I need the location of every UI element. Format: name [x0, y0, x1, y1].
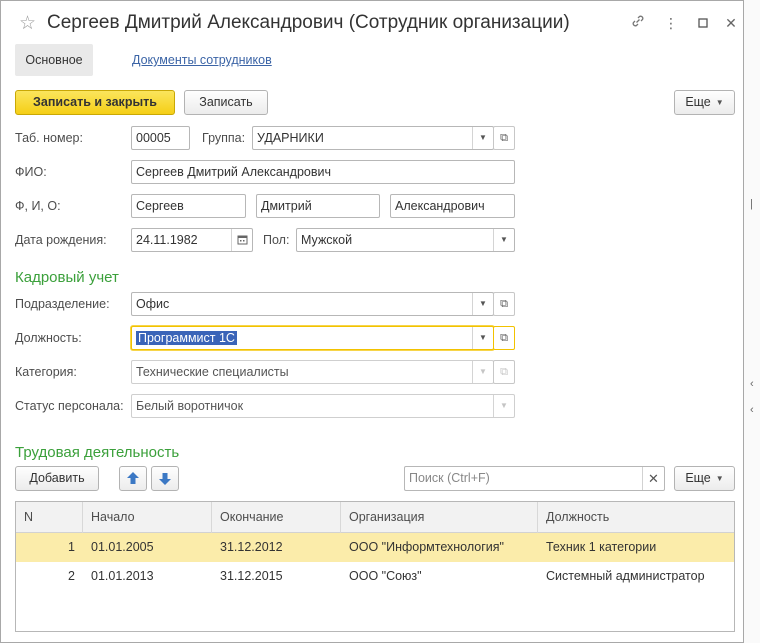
open-form-icon[interactable]: ⧉	[493, 292, 515, 316]
move-down-button[interactable]	[151, 466, 179, 491]
arrow-down-icon	[159, 473, 171, 485]
department-value: Офис	[136, 297, 170, 311]
tab-employee-documents[interactable]: Документы сотрудников	[132, 53, 272, 67]
arrow-up-icon	[127, 472, 139, 484]
chevron-down-icon[interactable]: ▼	[472, 293, 493, 315]
position-label: Должность:	[15, 331, 82, 345]
fio-label: ФИО:	[15, 165, 47, 179]
first-name-field[interactable]: Дмитрий	[256, 194, 380, 218]
maximize-icon[interactable]	[693, 13, 713, 33]
department-label: Подразделение:	[15, 297, 110, 311]
fio-field[interactable]: Сергеев Дмитрий Александрович	[131, 160, 515, 184]
birth-date-field[interactable]: 24.11.1982	[131, 228, 253, 252]
last-name-field[interactable]: Сергеев	[131, 194, 246, 218]
background-mark: |	[750, 198, 753, 210]
cell-n: 2	[68, 569, 75, 583]
cell-end: 31.12.2012	[220, 540, 283, 554]
more-dots-icon[interactable]: ⋮	[661, 13, 681, 33]
position-value: Программист 1С	[136, 331, 237, 345]
gender-label: Пол:	[263, 233, 290, 247]
category-field[interactable]: Технические специалисты ▼	[131, 360, 494, 384]
position-field[interactable]: Программист 1С ▼	[131, 326, 494, 350]
cell-end: 31.12.2015	[220, 569, 283, 583]
column-header-position[interactable]: Должность	[538, 502, 734, 533]
gender-value: Мужской	[301, 233, 353, 247]
birth-date-value: 24.11.1982	[136, 233, 198, 247]
birth-date-label: Дата рождения:	[15, 233, 107, 247]
gender-field[interactable]: Мужской ▼	[296, 228, 515, 252]
employment-table: N Начало Окончание Организация Должность…	[15, 501, 735, 632]
tab-number-label: Таб. номер:	[15, 131, 83, 145]
background-window-strip	[744, 0, 760, 643]
chevron-down-icon: ▼	[493, 395, 514, 417]
column-header-organization[interactable]: Организация	[341, 502, 538, 533]
column-header-n[interactable]: N	[16, 502, 83, 533]
cell-start: 01.01.2013	[91, 569, 154, 583]
category-label: Категория:	[15, 365, 77, 379]
fio-parts-label: Ф, И, О:	[15, 199, 61, 213]
hr-section-title: Кадровый учет	[15, 269, 119, 286]
middle-name-field[interactable]: Александрович	[390, 194, 515, 218]
background-mark: ‹	[750, 404, 754, 416]
cell-start: 01.01.2005	[91, 540, 154, 554]
more-button-label: Еще	[685, 95, 711, 109]
table-header: N Начало Окончание Организация Должность	[16, 502, 734, 533]
tab-number-field[interactable]: 00005	[131, 126, 190, 150]
table-more-label: Еще	[685, 471, 711, 485]
move-up-button[interactable]	[119, 466, 147, 491]
search-input[interactable]: Поиск (Ctrl+F) ✕	[404, 466, 665, 491]
star-icon[interactable]: ☆	[19, 12, 36, 35]
link-icon[interactable]	[628, 13, 648, 33]
staff-status-value: Белый воротничок	[136, 399, 244, 413]
employee-form-window: ☆ Сергеев Дмитрий Александрович (Сотрудн…	[0, 0, 744, 643]
save-button[interactable]: Записать	[184, 90, 268, 115]
save-and-close-button[interactable]: Записать и закрыть	[15, 90, 175, 115]
employment-section-title: Трудовая деятельность	[15, 444, 180, 461]
open-form-icon[interactable]: ⧉	[493, 326, 515, 350]
close-icon[interactable]: ✕	[721, 13, 741, 33]
group-value: УДАРНИКИ	[257, 131, 324, 145]
group-field[interactable]: УДАРНИКИ ▼	[252, 126, 494, 150]
title-bar: ☆ Сергеев Дмитрий Александрович (Сотрудн…	[1, 1, 743, 45]
search-placeholder: Поиск (Ctrl+F)	[409, 471, 490, 485]
background-mark: ‹	[750, 378, 754, 390]
cell-organization: ООО "Информтехнология"	[349, 540, 504, 554]
add-row-button[interactable]: Добавить	[15, 466, 99, 491]
staff-status-label: Статус персонала:	[15, 399, 124, 413]
chevron-down-icon: ▼	[715, 98, 724, 108]
chevron-down-icon[interactable]: ▼	[472, 327, 493, 349]
chevron-down-icon[interactable]: ▼	[472, 127, 493, 149]
calendar-icon[interactable]	[231, 229, 252, 251]
clear-search-icon[interactable]: ✕	[642, 467, 664, 490]
cell-organization: ООО "Союз"	[349, 569, 422, 583]
column-header-end[interactable]: Окончание	[212, 502, 341, 533]
table-row[interactable]: 2 01.01.2013 31.12.2015 ООО "Союз" Систе…	[16, 562, 734, 591]
open-form-icon: ⧉	[493, 360, 515, 384]
chevron-down-icon[interactable]: ▼	[493, 229, 514, 251]
cell-position: Системный администратор	[546, 569, 705, 583]
group-label: Группа:	[202, 131, 246, 145]
table-more-button[interactable]: Еще ▼	[674, 466, 735, 491]
tab-main[interactable]: Основное	[15, 44, 93, 76]
category-value: Технические специалисты	[136, 365, 289, 379]
department-field[interactable]: Офис ▼	[131, 292, 494, 316]
window-title: Сергеев Дмитрий Александрович (Сотрудник…	[47, 12, 570, 33]
cell-position: Техник 1 категории	[546, 540, 657, 554]
cell-n: 1	[68, 540, 75, 554]
chevron-down-icon: ▼	[472, 361, 493, 383]
more-button[interactable]: Еще ▼	[674, 90, 735, 115]
chevron-down-icon: ▼	[715, 474, 724, 484]
table-row[interactable]: 1 01.01.2005 31.12.2012 ООО "Информтехно…	[16, 533, 734, 562]
open-form-icon[interactable]: ⧉	[493, 126, 515, 150]
staff-status-field[interactable]: Белый воротничок ▼	[131, 394, 515, 418]
column-header-start[interactable]: Начало	[83, 502, 212, 533]
